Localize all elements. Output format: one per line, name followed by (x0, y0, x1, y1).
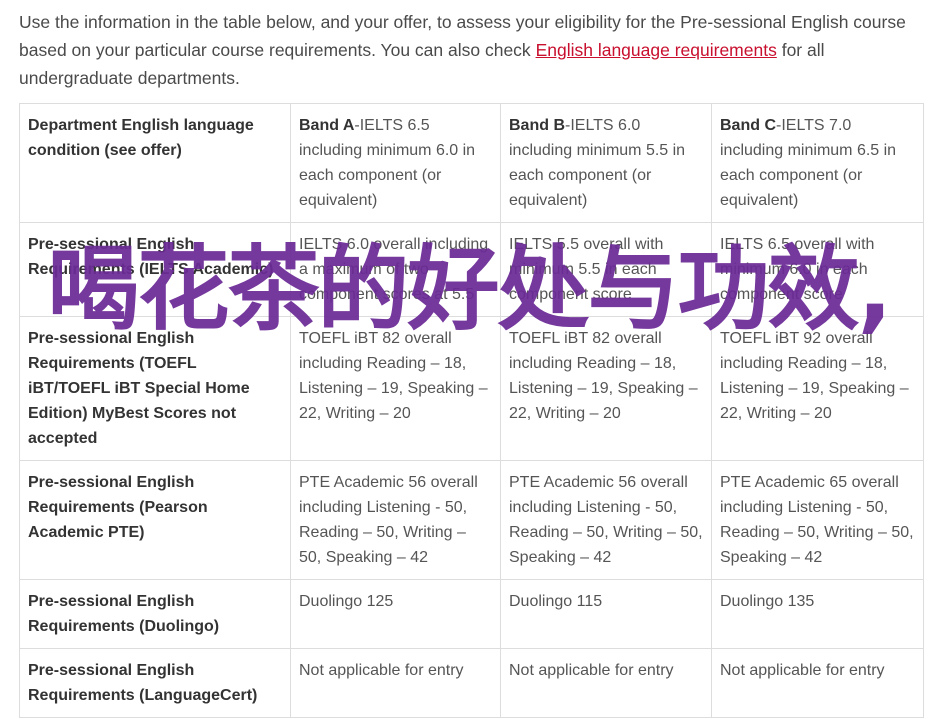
table-row: Pre-sessional English Requirements (Lang… (19, 648, 924, 718)
intro-paragraph: Use the information in the table below, … (19, 8, 924, 92)
requirements-table: Department English language condition (s… (19, 103, 924, 718)
overlay-watermark-text: 喝花茶的好处与功效, (47, 236, 893, 343)
band-a-name: Band A (299, 117, 355, 134)
condition-header: Department English language condition (s… (19, 103, 291, 223)
table-cell: Duolingo 125 (290, 579, 501, 649)
table-cell: Duolingo 135 (711, 579, 924, 649)
band-b-header: Band B-IELTS 6.0 including minimum 5.5 i… (500, 103, 712, 223)
table-cell: Not applicable for entry (290, 648, 501, 718)
row-label: Pre-sessional English Requirements (Lang… (19, 648, 291, 718)
table-cell: Not applicable for entry (711, 648, 924, 718)
row-label: Pre-sessional English Requirements (Duol… (19, 579, 291, 649)
table-cell: PTE Academic 56 overall including Listen… (500, 460, 712, 580)
table-cell: PTE Academic 56 overall including Listen… (290, 460, 501, 580)
table-row: Pre-sessional English Requirements (Duol… (19, 579, 924, 649)
table-cell: Not applicable for entry (500, 648, 712, 718)
table-row: Pre-sessional English Requirements (Pear… (19, 460, 924, 580)
band-a-header: Band A-IELTS 6.5 including minimum 6.0 i… (290, 103, 501, 223)
english-language-requirements-link[interactable]: English language requirements (536, 40, 777, 60)
table-cell: Duolingo 115 (500, 579, 712, 649)
band-c-header: Band C-IELTS 7.0 including minimum 6.5 i… (711, 103, 924, 223)
table-cell: PTE Academic 65 overall including Listen… (711, 460, 924, 580)
table-header-row: Department English language condition (s… (19, 103, 924, 223)
row-label: Pre-sessional English Requirements (Pear… (19, 460, 291, 580)
band-b-name: Band B (509, 117, 565, 134)
band-c-name: Band C (720, 117, 776, 134)
